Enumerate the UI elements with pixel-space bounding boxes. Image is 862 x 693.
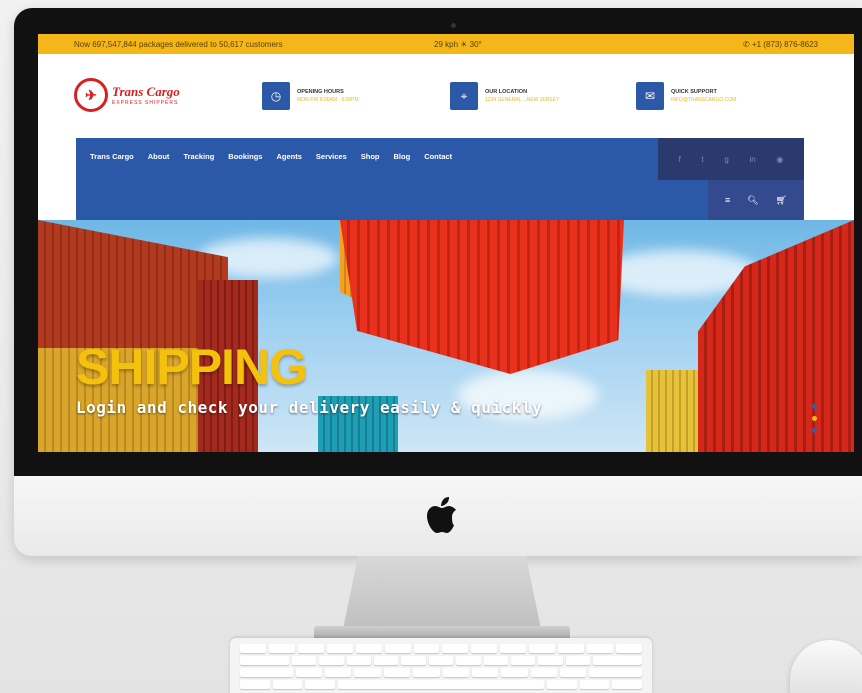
nav-item-blog[interactable]: Blog [394,152,411,161]
opening-hours-box: ◷ OPENING HOURS MON-FRI 8:00AM - 5:00PM [262,82,359,110]
camera [451,23,456,28]
twitter-icon[interactable]: t [702,155,704,164]
slider-dot-active[interactable] [812,416,817,421]
weather-text: 29 kph ☀ 30° [434,39,482,49]
google-plus-icon[interactable]: g [724,155,728,164]
site-logo[interactable]: ✈ Trans Cargo EXPRESS SHIPPERS [74,78,180,112]
container-hanging [340,220,624,374]
info-title: QUICK SUPPORT [671,89,717,95]
support-icon: ✉ [636,82,664,110]
delivery-stats-text: Now 697,547,844 packages delivered to 50… [74,39,283,49]
rss-icon[interactable]: ◉ [776,155,783,164]
support-box: ✉ QUICK SUPPORT INFO@TRANSCARGO.COM [636,82,736,110]
website-screen: Now 697,547,844 packages delivered to 50… [38,34,854,452]
search-icon[interactable]: 🔍︎ [747,195,758,206]
slider-dot[interactable] [812,428,817,433]
info-title: OPENING HOURS [297,89,344,95]
nav-item-home[interactable]: Trans Cargo [90,152,134,161]
slider-dots [812,404,817,433]
slider-dot[interactable] [812,404,817,409]
container-yellow-right [646,370,706,452]
nav-item-agents[interactable]: Agents [276,152,301,161]
apple-logo-icon [427,497,456,533]
cart-icon[interactable]: 🛒︎ [776,195,787,206]
nav-item-bookings[interactable]: Bookings [228,152,262,161]
info-sub[interactable]: INFO@TRANSCARGO.COM [671,97,736,103]
clock-icon: ◷ [262,82,290,110]
plane-logo-icon: ✈ [74,78,108,112]
nav-tools: ≡ 🔍︎ 🛒︎ [708,180,804,220]
location-box: ⌖ OUR LOCATION 1234 GENERAL ...NEW JERSE… [450,82,559,110]
info-title: OUR LOCATION [485,89,528,95]
nav-item-services[interactable]: Services [316,152,347,161]
nav-item-about[interactable]: About [148,152,170,161]
social-links: f t g in ◉ [658,138,804,180]
main-navbar: Trans Cargo About Tracking Bookings Agen… [76,138,804,220]
location-icon: ⌖ [450,82,478,110]
top-info-bar: Now 697,547,844 packages delivered to 50… [38,34,854,54]
phone-link[interactable]: ✆ +1 (873) 876-8623 [743,40,818,49]
hero-subtitle: Login and check your delivery easily & q… [76,398,543,417]
imac-stand [342,556,542,634]
menu-icon[interactable]: ≡ [725,195,730,205]
logo-name: Trans Cargo [112,84,180,99]
mouse [790,640,862,693]
keyboard [230,638,652,693]
logo-tagline: EXPRESS SHIPPERS [112,100,179,106]
nav-item-shop[interactable]: Shop [361,152,380,161]
facebook-icon[interactable]: f [679,155,681,164]
hero-title: SHIPPING [76,339,308,395]
nav-item-contact[interactable]: Contact [424,152,452,161]
site-header: ✈ Trans Cargo EXPRESS SHIPPERS ◷ OPENING… [38,54,854,138]
info-sub: MON-FRI 8:00AM - 5:00PM [297,97,359,103]
info-sub: 1234 GENERAL ...NEW JERSEY [485,97,560,103]
linkedin-icon[interactable]: in [749,155,755,164]
nav-item-tracking[interactable]: Tracking [183,152,214,161]
nav-menu: Trans Cargo About Tracking Bookings Agen… [90,152,452,161]
hero-slider: SHIPPING Login and check your delivery e… [38,220,854,452]
